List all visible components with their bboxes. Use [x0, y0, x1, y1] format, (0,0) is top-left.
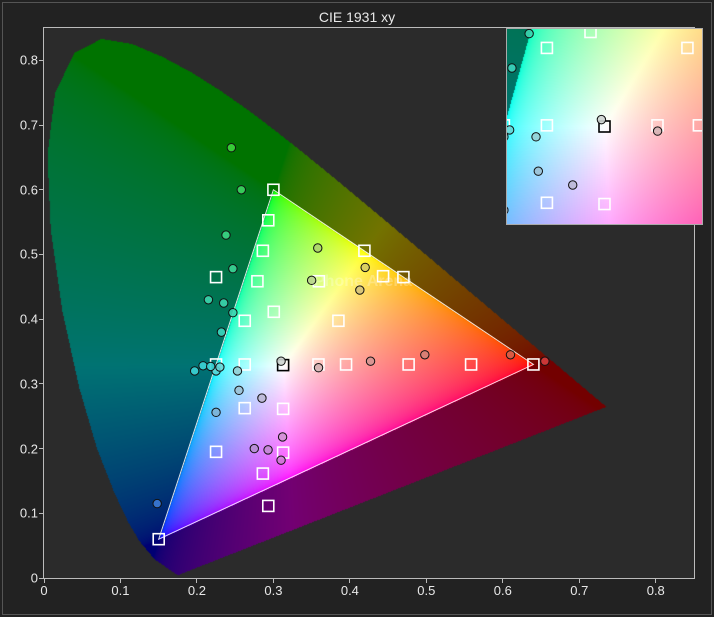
target-marker: [211, 446, 222, 457]
target-marker: [278, 403, 289, 414]
target-marker: [403, 359, 414, 370]
y-tick: 0.3: [20, 376, 38, 391]
x-tick: 0.8: [647, 583, 665, 598]
x-tick: 0.4: [341, 583, 359, 598]
measured-marker: [277, 357, 285, 365]
measured-marker: [153, 499, 161, 507]
target-marker: [333, 315, 344, 326]
measured-marker: [361, 263, 369, 271]
measured-marker: [507, 126, 514, 134]
measured-marker: [216, 363, 224, 371]
measured-marker: [314, 364, 322, 372]
target-marker: [211, 272, 222, 283]
target-marker: [541, 120, 552, 131]
measured-marker: [227, 144, 235, 152]
measured-marker: [233, 367, 241, 375]
inset-zoom: [506, 28, 703, 225]
measured-marker: [534, 167, 542, 175]
measured-marker: [222, 231, 230, 239]
target-marker: [585, 29, 596, 37]
measured-marker: [277, 456, 285, 464]
target-marker: [541, 42, 552, 53]
target-marker: [541, 197, 552, 208]
target-marker: [239, 403, 250, 414]
measured-marker: [525, 29, 533, 37]
measured-marker: [229, 265, 237, 273]
measured-marker: [314, 244, 322, 252]
measured-marker: [278, 433, 286, 441]
measured-marker: [569, 181, 577, 189]
measured-marker: [653, 127, 661, 135]
x-tick: 0.2: [188, 583, 206, 598]
measured-marker: [212, 408, 220, 416]
target-marker: [693, 120, 702, 131]
x-tick: 0.6: [494, 583, 512, 598]
measured-marker: [307, 276, 315, 284]
measured-marker: [199, 362, 207, 370]
measured-marker: [250, 444, 258, 452]
target-marker: [682, 42, 693, 53]
x-tick: 0.1: [111, 583, 129, 598]
measured-marker: [506, 351, 514, 359]
target-marker: [263, 500, 274, 511]
measured-marker: [190, 367, 198, 375]
measured-marker: [597, 115, 605, 123]
measured-marker: [507, 206, 508, 214]
measured-marker: [532, 133, 540, 141]
target-marker: [252, 276, 263, 287]
chart-frame: CIE 1931 xy Phone Arena 00.10.20.30.40.5…: [2, 2, 712, 615]
measured-marker: [237, 186, 245, 194]
x-tick: 0.5: [417, 583, 435, 598]
measured-marker: [235, 386, 243, 394]
measured-marker: [220, 299, 228, 307]
measured-marker: [541, 357, 549, 365]
x-tick: 0: [40, 583, 47, 598]
chart-title: CIE 1931 xy: [3, 9, 711, 25]
target-marker: [599, 199, 610, 210]
y-tick: 0.8: [20, 53, 38, 68]
measured-marker: [264, 446, 272, 454]
measured-marker: [258, 394, 266, 402]
measured-marker: [356, 286, 364, 294]
measured-marker: [229, 309, 237, 317]
target-marker: [268, 306, 279, 317]
y-tick: 0.6: [20, 182, 38, 197]
target-marker: [341, 359, 352, 370]
y-tick: 0.5: [20, 247, 38, 262]
x-tick: 0.7: [570, 583, 588, 598]
measured-marker: [508, 64, 516, 72]
target-marker: [378, 271, 389, 282]
measured-marker: [204, 296, 212, 304]
measured-marker: [217, 328, 225, 336]
measured-marker: [421, 351, 429, 359]
x-tick: 0.3: [264, 583, 282, 598]
y-tick: 0.4: [20, 312, 38, 327]
inset-overlay: [507, 29, 702, 224]
y-tick: 0.2: [20, 441, 38, 456]
y-tick: 0: [31, 571, 38, 586]
y-tick: 0.1: [20, 506, 38, 521]
measured-marker: [366, 357, 374, 365]
measured-marker: [207, 362, 215, 370]
target-marker: [466, 359, 477, 370]
target-marker: [239, 315, 250, 326]
target-marker: [257, 245, 268, 256]
y-tick: 0.7: [20, 118, 38, 133]
target-marker: [257, 468, 268, 479]
